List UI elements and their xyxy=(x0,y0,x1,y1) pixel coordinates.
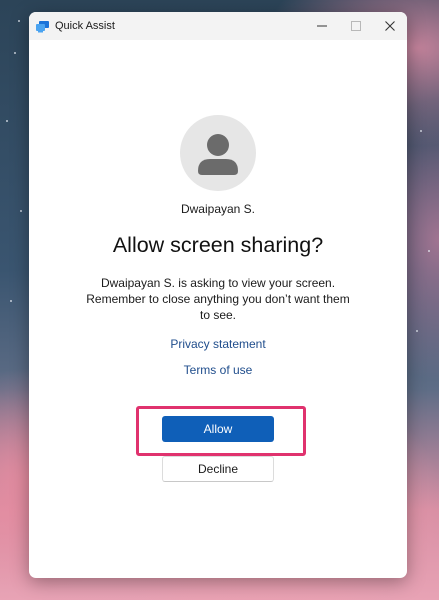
close-button[interactable] xyxy=(373,12,407,40)
background-star xyxy=(10,300,12,302)
background-star xyxy=(416,330,418,332)
background-star xyxy=(6,120,8,122)
privacy-statement-link[interactable]: Privacy statement xyxy=(29,337,407,351)
background-star xyxy=(18,20,20,22)
quick-assist-window: Quick Assist Dwaipayan S. Allow screen s… xyxy=(29,12,407,578)
maximize-button[interactable] xyxy=(339,12,373,40)
quick-assist-icon xyxy=(36,20,49,33)
maximize-icon xyxy=(351,21,361,31)
person-icon xyxy=(198,134,238,175)
window-title: Quick Assist xyxy=(55,20,115,32)
background-star xyxy=(14,52,16,54)
allow-button[interactable]: Allow xyxy=(162,416,274,442)
title-bar[interactable]: Quick Assist xyxy=(29,12,407,40)
minimize-icon xyxy=(317,25,327,27)
minimize-button[interactable] xyxy=(305,12,339,40)
avatar xyxy=(180,115,256,191)
dialog-message: Dwaipayan S. is asking to view your scre… xyxy=(86,276,350,322)
background-star xyxy=(428,250,430,252)
background-star xyxy=(420,130,422,132)
background-star xyxy=(20,210,22,212)
dialog-heading: Allow screen sharing? xyxy=(112,233,324,257)
close-icon xyxy=(385,21,395,31)
decline-button[interactable]: Decline xyxy=(162,456,274,482)
requester-name: Dwaipayan S. xyxy=(180,202,256,216)
dialog-content: Dwaipayan S. Allow screen sharing? Dwaip… xyxy=(29,40,407,578)
terms-of-use-link[interactable]: Terms of use xyxy=(29,363,407,377)
